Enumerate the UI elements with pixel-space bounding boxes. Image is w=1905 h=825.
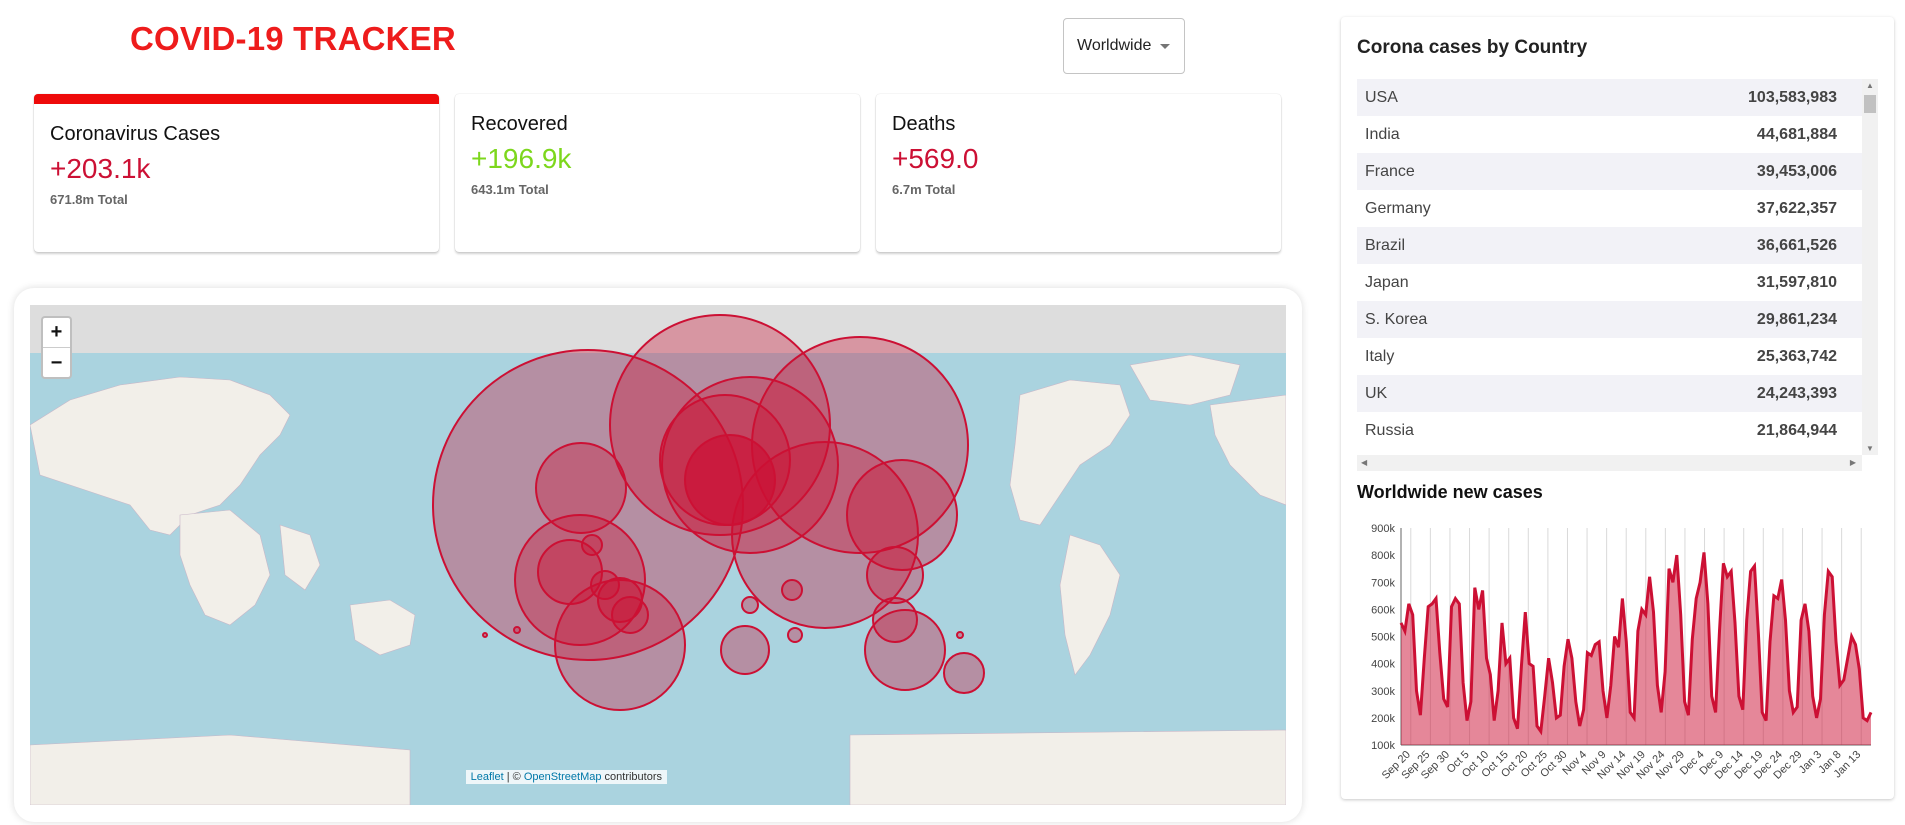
map-attribution: Leaflet | © OpenStreetMap contributors <box>465 770 667 784</box>
cases-card-total: 671.8m Total <box>50 192 128 207</box>
vertical-scrollbar[interactable]: ▲ ▼ <box>1862 79 1878 455</box>
sidebar: Corona cases by Country USA 103,583,983 I… <box>1341 17 1894 799</box>
scroll-down-icon[interactable]: ▼ <box>1866 444 1874 453</box>
row-cases: 25,363,742 <box>1756 347 1837 365</box>
table-row[interactable]: Japan 31,597,810 <box>1357 264 1862 301</box>
cases-card-new: +203.1k <box>50 153 151 184</box>
row-cases: 39,453,006 <box>1756 162 1837 180</box>
y-tick-label: 100k <box>1371 740 1395 752</box>
deaths-card[interactable]: Deaths +569.0 6.7m Total <box>876 94 1281 252</box>
circle-sahel[interactable] <box>866 546 924 604</box>
cases-card[interactable]: Coronavirus Cases +203.1k 671.8m Total <box>34 94 439 252</box>
scroll-thumb[interactable] <box>1864 95 1876 113</box>
osm-link[interactable]: OpenStreetMap <box>524 771 602 783</box>
table-row[interactable]: Germany 37,622,357 <box>1357 190 1862 227</box>
land-left-antarctica <box>30 734 411 805</box>
zoom-control: + − <box>41 316 72 379</box>
row-country: Germany <box>1365 199 1431 217</box>
circle-chile[interactable] <box>720 625 770 675</box>
circle-mauritius[interactable] <box>956 631 964 639</box>
circle-peru[interactable] <box>611 596 649 634</box>
row-country: S. Korea <box>1365 310 1428 328</box>
cases-card-title: Coronavirus Cases <box>50 123 221 145</box>
deaths-card-total: 6.7m Total <box>892 182 956 197</box>
circle-us-core[interactable] <box>684 434 776 526</box>
table-rows: USA 103,583,983 India 44,681,884 France 39,… <box>1357 79 1862 449</box>
y-tick-label: 400k <box>1371 659 1395 671</box>
circle-cuba[interactable] <box>581 534 603 556</box>
scroll-right-icon[interactable]: ▶ <box>1850 458 1856 467</box>
table-row[interactable]: UK 24,243,393 <box>1357 375 1862 412</box>
horizontal-scrollbar[interactable]: ◀ ▶ <box>1357 455 1862 471</box>
y-tick-label: 300k <box>1371 686 1395 698</box>
new-cases-chart: 100k200k300k400k500k600k700k800k900kSep … <box>1371 523 1873 782</box>
recovered-card[interactable]: Recovered +196.9k 643.1m Total <box>455 94 860 252</box>
row-country: Russia <box>1365 421 1414 439</box>
circle-pacific-island[interactable] <box>482 632 488 638</box>
leaflet-link[interactable]: Leaflet <box>471 771 504 783</box>
table-row[interactable]: France 39,453,006 <box>1357 153 1862 190</box>
attribution-sep: | © <box>503 771 524 783</box>
table-row[interactable]: Russia 21,864,944 <box>1357 412 1862 449</box>
row-country: USA <box>1365 88 1398 106</box>
country-select[interactable]: Worldwide <box>1063 18 1185 74</box>
circle-hawaii[interactable] <box>513 626 521 634</box>
table-row[interactable]: Brazil 36,661,526 <box>1357 227 1862 264</box>
row-country: Brazil <box>1365 236 1406 254</box>
circle-caribbean[interactable] <box>741 596 759 614</box>
row-country: UK <box>1365 384 1388 402</box>
recovered-card-new: +196.9k <box>471 143 572 174</box>
sidebar-heading: Corona cases by Country <box>1357 37 1588 58</box>
row-cases: 36,661,526 <box>1756 236 1837 254</box>
row-country: Italy <box>1365 347 1395 365</box>
scroll-left-icon[interactable]: ◀ <box>1361 458 1367 467</box>
row-country: Japan <box>1365 273 1409 291</box>
y-tick-label: 700k <box>1371 577 1395 589</box>
row-cases: 37,622,357 <box>1756 199 1837 217</box>
zoom-out-icon[interactable]: − <box>43 348 70 378</box>
y-tick-label: 900k <box>1371 523 1395 535</box>
y-tick-label: 200k <box>1371 713 1395 725</box>
y-tick-label: 600k <box>1371 604 1395 616</box>
circle-angola[interactable] <box>872 597 918 643</box>
deaths-card-new: +569.0 <box>892 143 979 174</box>
row-cases: 103,583,983 <box>1748 88 1837 106</box>
zoom-in-icon[interactable]: + <box>43 318 70 348</box>
app-title: COVID-19 TRACKER <box>130 20 456 57</box>
y-tick-label: 800k <box>1371 550 1395 562</box>
row-cases: 24,243,393 <box>1756 384 1837 402</box>
row-country: France <box>1365 162 1415 180</box>
circle-atlantic[interactable] <box>781 579 803 601</box>
country-table[interactable]: USA 103,583,983 India 44,681,884 France 39,… <box>1357 79 1878 479</box>
recovered-card-title: Recovered <box>471 113 568 135</box>
table-row[interactable]: India 44,681,884 <box>1357 116 1862 153</box>
circle-islands[interactable] <box>787 627 803 643</box>
map-tiles[interactable] <box>30 305 1286 805</box>
row-cases: 44,681,884 <box>1756 125 1837 143</box>
circle-venezuela[interactable] <box>590 570 620 600</box>
land-right-antarctica <box>849 729 1286 805</box>
row-cases: 31,597,810 <box>1756 273 1837 291</box>
scroll-up-icon[interactable]: ▲ <box>1866 81 1874 90</box>
circle-madagascar[interactable] <box>943 652 985 694</box>
attribution-suffix: contributors <box>601 771 662 783</box>
row-cases: 29,861,234 <box>1756 310 1837 328</box>
row-cases: 21,864,944 <box>1756 421 1837 439</box>
deaths-card-title: Deaths <box>892 113 956 135</box>
row-country: India <box>1365 125 1400 143</box>
circle-pacific[interactable] <box>535 442 627 534</box>
y-tick-label: 500k <box>1371 632 1395 644</box>
table-row[interactable]: USA 103,583,983 <box>1357 79 1862 116</box>
table-row[interactable]: Italy 25,363,742 <box>1357 338 1862 375</box>
world-map[interactable]: Leaflet | © OpenStreetMap contributors <box>30 305 1286 805</box>
country-select-value: Worldwide <box>1077 37 1152 54</box>
table-row[interactable]: S. Korea 29,861,234 <box>1357 301 1862 338</box>
recovered-card-total: 643.1m Total <box>471 182 549 197</box>
chevron-down-icon <box>1160 43 1171 49</box>
